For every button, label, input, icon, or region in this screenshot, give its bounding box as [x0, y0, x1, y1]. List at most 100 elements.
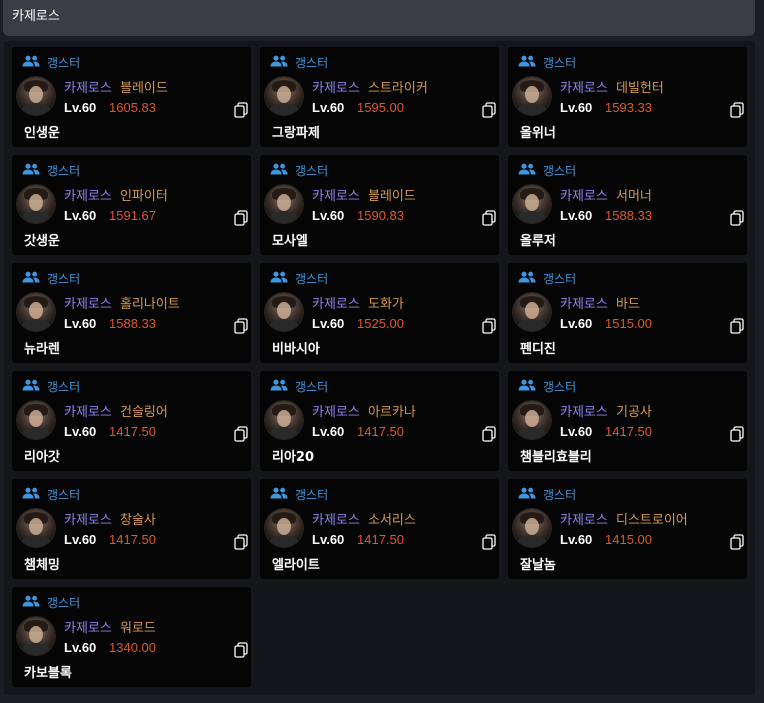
group-icon: [518, 55, 543, 70]
copy-icon[interactable]: [730, 534, 744, 550]
character-card[interactable]: 갱스터 카제로스 창술사 Lv.60 1417.50 챔체밍: [12, 479, 251, 579]
character-card[interactable]: 갱스터 카제로스 워로드 Lv.60 1340.00 카보블록: [12, 587, 251, 687]
group-icon: [518, 271, 543, 286]
character-card[interactable]: 갱스터 카제로스 스트라이커 Lv.60 1595.00 그랑파제: [260, 47, 499, 147]
character-avatar: [265, 77, 303, 115]
character-name: 카보블록: [24, 666, 72, 681]
character-name: 잘날놈: [520, 558, 556, 573]
character-name: 올위너: [520, 126, 556, 141]
character-avatar: [265, 293, 303, 331]
character-card[interactable]: 갱스터 카제로스 블레이드 Lv.60 1605.83 인생운: [12, 47, 251, 147]
class-name: 인파이터: [120, 189, 168, 204]
character-avatar: [513, 509, 551, 547]
copy-icon[interactable]: [730, 210, 744, 226]
item-level: 1590.83: [357, 208, 404, 223]
copy-icon[interactable]: [234, 426, 248, 442]
character-level: Lv.60: [64, 532, 97, 547]
group-icon: [518, 487, 543, 502]
character-card[interactable]: 갱스터 카제로스 디스트로이어 Lv.60 1415.00 잘날놈: [508, 479, 747, 579]
character-card[interactable]: 갱스터 카제로스 블레이드 Lv.60 1590.83 모사엘: [260, 155, 499, 255]
guild-label: 갱스터: [270, 162, 328, 178]
guild-name: 갱스터: [543, 487, 577, 502]
group-icon: [270, 271, 295, 286]
guild-name: 갱스터: [295, 379, 329, 394]
group-icon: [270, 487, 295, 502]
group-icon: [22, 55, 47, 70]
character-avatar: [17, 293, 55, 331]
class-name: 아르카나: [368, 405, 416, 420]
character-card[interactable]: 갱스터 카제로스 데빌헌터 Lv.60 1593.33 올위너: [508, 47, 747, 147]
character-name: 리아20: [272, 450, 315, 465]
group-icon: [518, 379, 543, 394]
character-level: Lv.60: [64, 424, 97, 439]
character-level: Lv.60: [560, 316, 593, 331]
class-name: 블레이드: [368, 189, 416, 204]
item-level: 1525.00: [357, 316, 404, 331]
character-card[interactable]: 갱스터 카제로스 홀리나이트 Lv.60 1588.33 뉴라렌: [12, 263, 251, 363]
copy-icon[interactable]: [482, 102, 496, 118]
guild-name: 갱스터: [543, 271, 577, 286]
character-card[interactable]: 갱스터 카제로스 건슬링어 Lv.60 1417.50 리아갓: [12, 371, 251, 471]
guild-name: 갱스터: [295, 271, 329, 286]
class-name: 서머너: [616, 189, 652, 204]
copy-icon[interactable]: [730, 426, 744, 442]
class-name: 디스트로이어: [616, 513, 688, 528]
guild-label: 갱스터: [22, 162, 80, 178]
class-name: 소서리스: [368, 513, 416, 528]
character-name: 챔블리효블리: [520, 450, 592, 465]
class-name: 블레이드: [120, 81, 168, 96]
character-level: Lv.60: [64, 208, 97, 223]
character-card[interactable]: 갱스터 카제로스 바드 Lv.60 1515.00 펜디진: [508, 263, 747, 363]
group-icon: [518, 163, 543, 178]
guild-name: 갱스터: [295, 487, 329, 502]
character-card[interactable]: 갱스터 카제로스 인파이터 Lv.60 1591.67 갓생운: [12, 155, 251, 255]
guild-label: 갱스터: [270, 486, 328, 502]
copy-icon[interactable]: [482, 534, 496, 550]
server-name: 카제로스: [312, 513, 360, 528]
group-icon: [22, 379, 47, 394]
class-name: 데빌헌터: [616, 81, 664, 96]
copy-icon[interactable]: [482, 210, 496, 226]
guild-label: 갱스터: [270, 378, 328, 394]
group-icon: [22, 271, 47, 286]
character-grid: 갱스터 카제로스 블레이드 Lv.60 1605.83 인생운 갱스터 카제로스 스트라이커 Lv…: [4, 41, 755, 695]
copy-icon[interactable]: [234, 210, 248, 226]
copy-icon[interactable]: [730, 102, 744, 118]
character-card[interactable]: 갱스터 카제로스 소서리스 Lv.60 1417.50 엘라이트: [260, 479, 499, 579]
item-level: 1588.33: [109, 316, 156, 331]
class-name: 워로드: [120, 621, 156, 636]
copy-icon[interactable]: [234, 642, 248, 658]
guild-label: 갱스터: [518, 162, 576, 178]
guild-label: 갱스터: [518, 378, 576, 394]
server-name: 카제로스: [64, 297, 112, 312]
group-icon: [270, 163, 295, 178]
item-level: 1515.00: [605, 316, 652, 331]
copy-icon[interactable]: [234, 534, 248, 550]
guild-label: 갱스터: [518, 54, 576, 70]
guild-label: 갱스터: [22, 270, 80, 286]
character-avatar: [513, 185, 551, 223]
guild-name: 갱스터: [47, 595, 81, 610]
character-level: Lv.60: [312, 316, 345, 331]
copy-icon[interactable]: [234, 102, 248, 118]
copy-icon[interactable]: [482, 318, 496, 334]
copy-icon[interactable]: [730, 318, 744, 334]
character-card[interactable]: 갱스터 카제로스 도화가 Lv.60 1525.00 비바시아: [260, 263, 499, 363]
group-icon: [270, 379, 295, 394]
character-avatar: [265, 509, 303, 547]
guild-label: 갱스터: [270, 54, 328, 70]
character-level: Lv.60: [312, 532, 345, 547]
copy-icon[interactable]: [234, 318, 248, 334]
class-name: 창술사: [120, 513, 156, 528]
server-name: 카제로스: [560, 405, 608, 420]
item-level: 1340.00: [109, 640, 156, 655]
character-card[interactable]: 갱스터 카제로스 기공사 Lv.60 1417.50 챔블리효블리: [508, 371, 747, 471]
character-card[interactable]: 갱스터 카제로스 아르카나 Lv.60 1417.50 리아20: [260, 371, 499, 471]
character-card[interactable]: 갱스터 카제로스 서머너 Lv.60 1588.33 올루저: [508, 155, 747, 255]
guild-name: 갱스터: [47, 379, 81, 394]
group-icon: [22, 487, 47, 502]
character-level: Lv.60: [560, 100, 593, 115]
server-name: 카제로스: [64, 189, 112, 204]
class-name: 스트라이커: [368, 81, 428, 96]
copy-icon[interactable]: [482, 426, 496, 442]
